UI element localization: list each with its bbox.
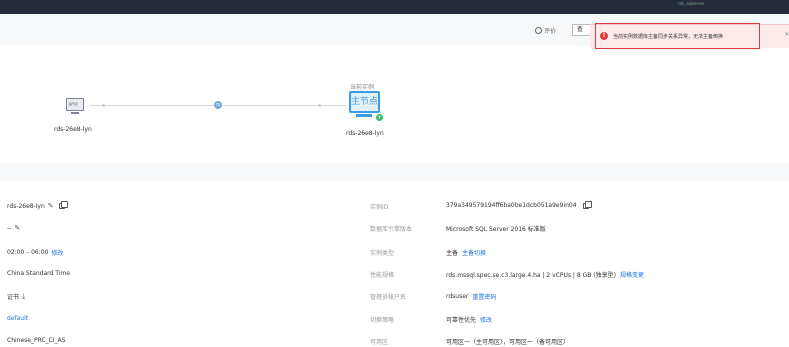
engine-version-key: 数据库引擎版本 bbox=[370, 226, 413, 233]
instance-id-key: 实例ID bbox=[370, 204, 389, 211]
maintenance-window-value: 02:00 – 06:00 bbox=[7, 249, 49, 256]
instance-topology: 备节点 rds-26e8-lyn ⇆ 当前实例 主节点 + rds-26e8-l… bbox=[0, 58, 789, 162]
certificate-value: 证书 bbox=[7, 294, 20, 301]
instance-type: 主备 主备切换 bbox=[446, 248, 486, 257]
close-icon[interactable]: × bbox=[784, 30, 789, 38]
certificate: 证书 ⤓ bbox=[7, 292, 25, 301]
switchover-link[interactable]: 主备切换 bbox=[462, 248, 486, 257]
parameter-group: default bbox=[7, 315, 28, 322]
copy-icon[interactable] bbox=[58, 201, 68, 209]
switch-policy-value: 可靠性优先 bbox=[446, 317, 477, 324]
edit-icon[interactable]: ✎ bbox=[14, 224, 20, 232]
primary-node-icon-text: 主节点 bbox=[349, 91, 380, 113]
detail-row: 证书 ⤓ 管理员帐户名 rdsuser 重置密码 bbox=[0, 292, 789, 304]
performance-spec: rds.mssql.spec.se.c3.large.4.ha | 2 vCPU… bbox=[446, 270, 644, 279]
primary-node-label: rds-26e8-lyn bbox=[346, 130, 384, 137]
availability-zone-key: 可用区 bbox=[370, 339, 389, 346]
admin-account-value: rdsuser bbox=[446, 293, 469, 300]
standby-node-label: rds-26e8-lyn bbox=[54, 126, 92, 133]
standby-node-icon-text: 备节点 bbox=[69, 102, 79, 106]
current-instance-label: 当前实例 bbox=[350, 84, 375, 91]
copy-icon[interactable] bbox=[582, 200, 592, 209]
detail-row: rds-26e8-lyn ✎ 实例ID 379a349579194ff6ba0b… bbox=[0, 200, 789, 214]
instance-type-key: 实例类型 bbox=[370, 250, 395, 257]
evaluate-link[interactable]: 评价 bbox=[535, 26, 556, 35]
link-line-left bbox=[90, 105, 214, 106]
smile-icon bbox=[535, 27, 542, 34]
edit-icon[interactable]: ✎ bbox=[48, 202, 54, 210]
time-zone-value: China Standard Time bbox=[7, 270, 70, 277]
instance-details: rds-26e8-lyn ✎ 实例ID 379a349579194ff6ba0b… bbox=[0, 182, 789, 347]
detail-row: 02:00 – 06:00 修改 实例类型 主备 主备切换 bbox=[0, 248, 789, 260]
collation-value: Chinese_PRC_CI_AS bbox=[7, 337, 66, 344]
alert-message: 当前实例数据库主备同步关系异常，无法主备倒换 bbox=[613, 34, 724, 40]
link-line-right bbox=[222, 105, 346, 106]
admin-account: rdsuser 重置密码 bbox=[446, 292, 496, 301]
performance-spec-key: 性能规格 bbox=[370, 272, 395, 279]
availability-zone-value: 可用区一（主可用区），可用区一（备可用区） bbox=[446, 339, 570, 346]
instance-type-value: 主备 bbox=[446, 250, 459, 257]
link-dot bbox=[102, 104, 105, 107]
maintenance-window: 02:00 – 06:00 修改 bbox=[7, 248, 63, 257]
detail-row: China Standard Time 性能规格 rds.mssql.spec.… bbox=[0, 270, 789, 282]
top-nav-bar: rds_sqlserver bbox=[0, 0, 789, 14]
engine-version: Microsoft SQL Server 2016 标准版 bbox=[446, 224, 546, 233]
time-zone: China Standard Time bbox=[7, 270, 70, 277]
instance-name: rds-26e8-lyn ✎ bbox=[7, 201, 68, 210]
instance-id-value: 379a349579194ff6ba0be1dcb051a9e9in04 bbox=[446, 202, 577, 209]
error-icon: ! bbox=[600, 32, 608, 40]
detail-row: default 切换策略 可靠性优先 修改 bbox=[0, 315, 789, 327]
modify-policy-link[interactable]: 修改 bbox=[480, 315, 492, 324]
engine-version-value: Microsoft SQL Server 2016 标准版 bbox=[446, 226, 546, 233]
detail-row: -- ✎ 数据库引擎版本 Microsoft SQL Server 2016 标… bbox=[0, 224, 789, 236]
admin-account-key: 管理员帐户名 bbox=[370, 294, 407, 301]
topbar-faint-text: rds_sqlserver bbox=[678, 1, 705, 6]
collation: Chinese_PRC_CI_AS bbox=[7, 337, 66, 344]
switch-policy: 可靠性优先 修改 bbox=[446, 315, 492, 324]
parameter-group-link[interactable]: default bbox=[7, 315, 28, 322]
instance-id: 379a349579194ff6ba0be1dcb051a9e9in04 bbox=[446, 200, 592, 209]
instance-name-value: rds-26e8-lyn bbox=[7, 202, 45, 210]
performance-spec-value: rds.mssql.spec.se.c3.large.4.ha | 2 vCPU… bbox=[446, 272, 616, 279]
standby-node-icon[interactable]: 备节点 bbox=[64, 98, 86, 118]
section-separator bbox=[0, 162, 789, 182]
modify-maintenance-link[interactable]: 修改 bbox=[51, 248, 63, 257]
description-value: -- bbox=[7, 224, 12, 232]
primary-node-icon[interactable]: 主节点 + bbox=[349, 91, 383, 123]
description: -- ✎ bbox=[7, 224, 20, 232]
check-badge-icon: + bbox=[376, 114, 383, 121]
error-alert: ! 当前实例数据库主备同步关系异常，无法主备倒换 × bbox=[590, 23, 789, 49]
detail-row: Chinese_PRC_CI_AS 可用区 可用区一（主可用区），可用区一（备可… bbox=[0, 337, 789, 347]
evaluate-label: 评价 bbox=[544, 28, 557, 35]
switch-policy-key: 切换策略 bbox=[370, 317, 395, 324]
availability-zone: 可用区一（主可用区），可用区一（备可用区） bbox=[446, 337, 569, 346]
download-icon[interactable]: ⤓ bbox=[22, 292, 25, 301]
reset-password-link[interactable]: 重置密码 bbox=[472, 292, 496, 301]
sync-icon: ⇆ bbox=[214, 101, 222, 109]
change-spec-link[interactable]: 规格变更 bbox=[620, 270, 644, 279]
